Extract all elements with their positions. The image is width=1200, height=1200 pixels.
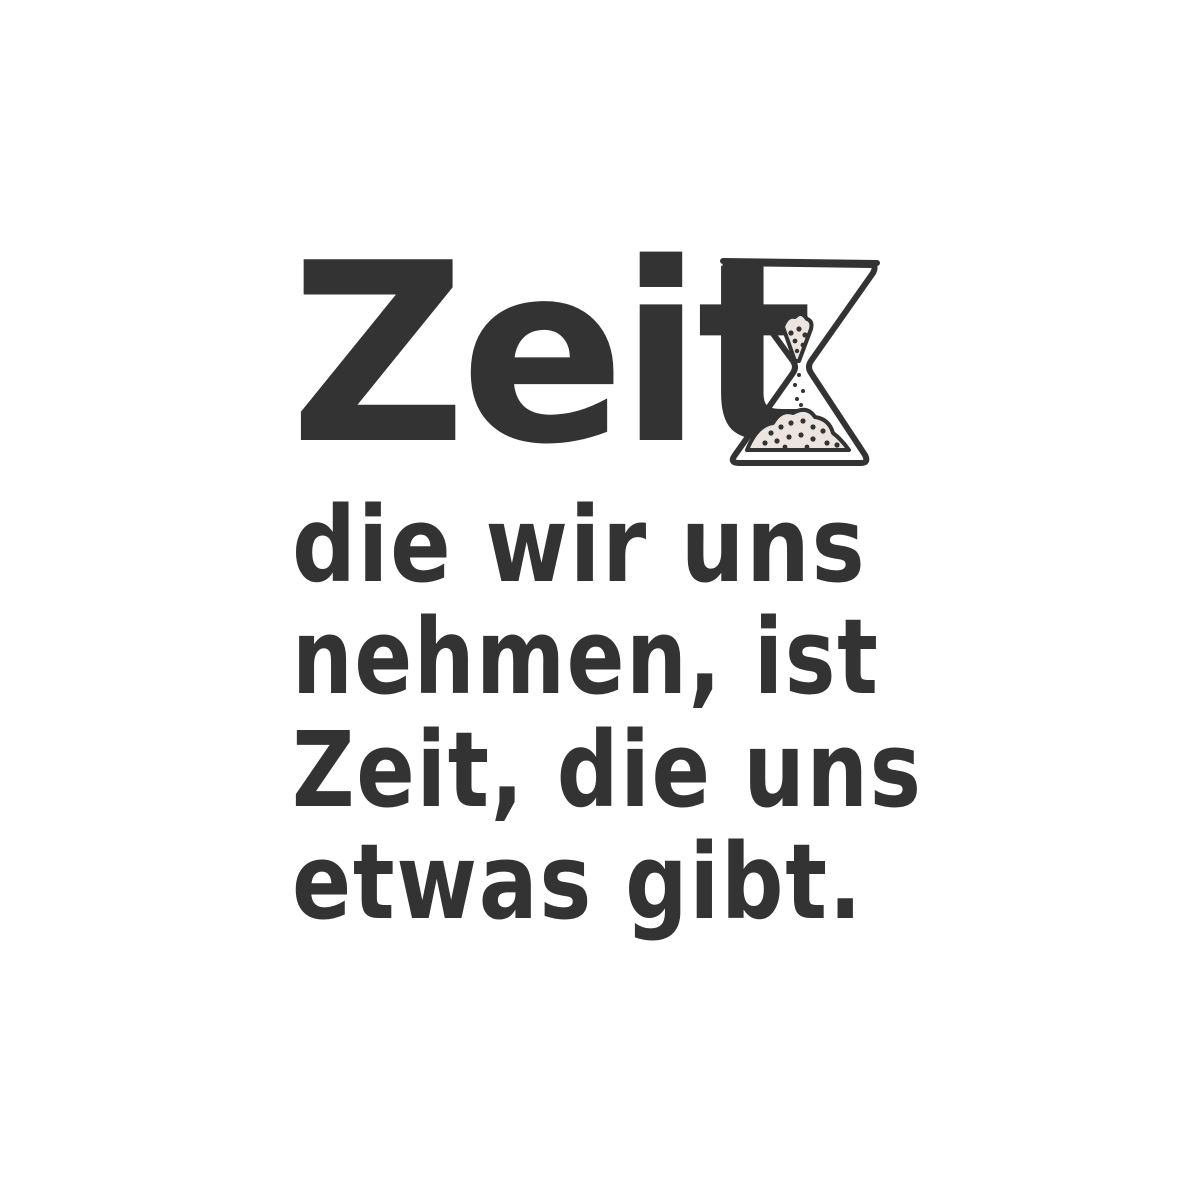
quote: Zeit die wir uns nehmen, ist Zeit, die u… <box>0 0 1200 1200</box>
quote-line-3: Zeit, die uns <box>292 709 923 831</box>
quote-line-4: etwas gibt. <box>292 821 864 943</box>
quote-line-1: die wir uns <box>292 484 867 606</box>
quote-headline: Zeit <box>290 211 813 499</box>
hourglass-icon <box>720 258 880 466</box>
quote-canvas: Zeit die wir uns nehmen, ist Zeit, die u… <box>0 0 1200 1200</box>
hourglass-top-cap <box>720 258 880 266</box>
quote-line-2: nehmen, ist <box>292 596 880 718</box>
